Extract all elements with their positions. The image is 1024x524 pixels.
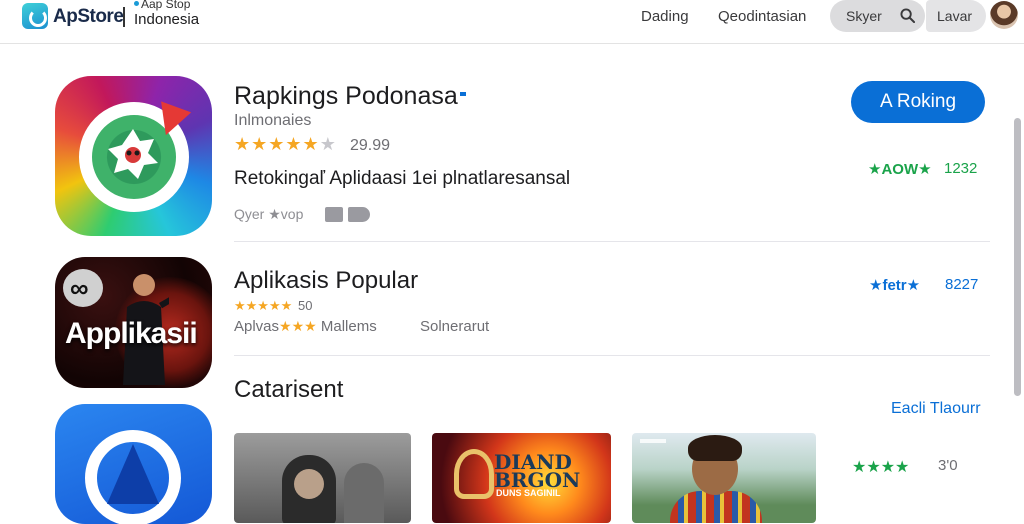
game-art-title: DIAND BRGON [494, 450, 581, 492]
top-navigation-bar: ApStore Aap Stop Indonesia Dading Qeodin… [0, 0, 1024, 44]
popular-score-label: ★fetr★ [869, 277, 921, 294]
background-figure [344, 463, 384, 523]
featured-app-rating-count: 29.99 [350, 137, 391, 154]
popular-app-star-rating: ★★★★★ [234, 298, 293, 313]
infinity-badge-icon [63, 269, 103, 307]
get-app-button[interactable]: A Roking [851, 81, 985, 123]
popular-icon-text: Applikasii [65, 317, 198, 350]
popular-app-seller: Solnerarut [420, 318, 490, 335]
row-divider [234, 241, 990, 242]
category-thumbnail-3[interactable] [632, 433, 816, 523]
category-score-value: 3'0 [938, 457, 958, 474]
game-art-subtitle: DUNS SAGINIL [496, 488, 561, 498]
arrow-triangle-icon [107, 444, 159, 504]
logo-separator [123, 7, 125, 27]
patterned-shirt [670, 491, 762, 523]
figure-face [294, 469, 324, 499]
featured-app-description: Retokingaľ Aplidaasi 1ei plnatlaresansal [234, 168, 571, 189]
verified-dot-icon [459, 92, 466, 96]
category-section-title: Catarisent [234, 376, 344, 403]
featured-app-star-rating: ★★★★★★ [234, 134, 337, 154]
logo-subtitle-region: Indonesia [134, 11, 200, 28]
language-label: Lavar [937, 8, 973, 24]
age-rating-badge-icon [325, 207, 343, 222]
featured-score-label: ★AOW★ [868, 161, 932, 178]
vertical-scrollbar[interactable] [1014, 118, 1021, 396]
ghost-mascot-icon [108, 129, 158, 179]
category-app-icon[interactable] [55, 404, 212, 524]
logo-text[interactable]: ApStore [53, 6, 124, 28]
category-thumbnail-1[interactable] [234, 433, 411, 523]
nav-link-qeodintasian[interactable]: Qeodintasian [718, 8, 806, 25]
language-button[interactable]: Lavar [926, 0, 986, 32]
user-avatar[interactable] [990, 1, 1018, 29]
category-score-label: ★★★★ [852, 459, 910, 476]
logo-subtitle-top: Aap Stop [134, 0, 190, 11]
featured-app-meta: Qyer ★vop [234, 206, 304, 222]
thumbnail-tag [640, 439, 666, 443]
featured-app-icon[interactable] [55, 76, 212, 236]
featured-app-title[interactable]: Rapkings Podonasa [234, 82, 466, 111]
search-button[interactable]: Skyer [830, 0, 925, 32]
category-thumbnail-2[interactable]: DIAND BRGON DUNS SAGINIL [432, 433, 611, 523]
content-badge-icon [348, 207, 370, 222]
featured-app-developer: Inlmonaies [234, 112, 312, 129]
row-divider [234, 355, 990, 356]
search-icon [900, 8, 915, 23]
search-label: Skyer [846, 8, 882, 24]
see-all-link[interactable]: Eacli Tlaourr [891, 400, 981, 418]
featured-score-value: 1232 [944, 160, 978, 177]
dragon-art-icon [454, 449, 494, 499]
popular-score-value: 8227 [945, 276, 979, 293]
appstore-logo-icon[interactable] [22, 3, 48, 29]
popular-app-rating: 50 [298, 298, 313, 313]
nav-link-dading[interactable]: Dading [641, 8, 689, 25]
popular-app-category: Aplvas★★★ Mallems [234, 318, 377, 335]
popular-section-title[interactable]: Aplikasis Popular [234, 267, 418, 295]
person-hair [688, 435, 742, 461]
popular-app-icon[interactable]: Applikasii [55, 257, 212, 388]
